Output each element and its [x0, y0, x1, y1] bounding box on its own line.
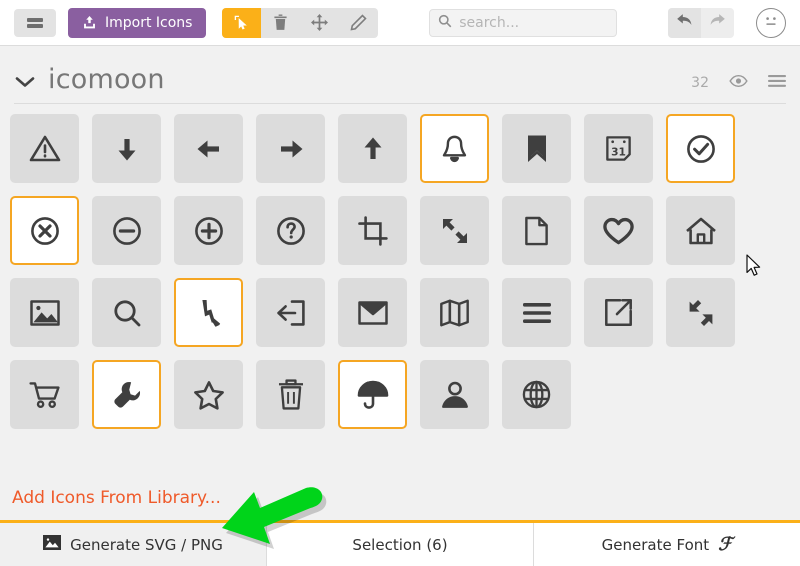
face-icon: [761, 11, 781, 35]
icon-tile-arrow-right[interactable]: [256, 114, 325, 183]
delete-tool-button[interactable]: [261, 8, 300, 38]
edit-tool-button[interactable]: [339, 8, 378, 38]
icon-set-meta: 32: [691, 73, 786, 95]
icon-tile-umbrella[interactable]: [338, 360, 407, 429]
undo-button[interactable]: [668, 7, 701, 38]
icon-tile-warning[interactable]: [10, 114, 79, 183]
icon-tile-minus-circle[interactable]: [92, 196, 161, 265]
search-input[interactable]: [459, 14, 609, 31]
upload-icon: [82, 15, 97, 30]
icon-tile-search[interactable]: [92, 278, 161, 347]
icon-tile-calendar[interactable]: 31: [584, 114, 653, 183]
undo-arrow-icon: [676, 13, 693, 32]
icon-tile-bell[interactable]: [420, 114, 489, 183]
move-icon: [311, 14, 329, 31]
icon-tile-arrow-left[interactable]: [174, 114, 243, 183]
icon-set-title: icomoon: [48, 64, 165, 95]
icon-tile-arrow-up[interactable]: [338, 114, 407, 183]
add-icons-from-library-link[interactable]: Add Icons From Library...: [0, 478, 800, 520]
icon-grid: 31: [10, 114, 790, 429]
icon-tile-plus-circle[interactable]: [174, 196, 243, 265]
icon-tile-external-link[interactable]: [584, 278, 653, 347]
tab-generate-svg-png-label: Generate SVG / PNG: [70, 535, 223, 554]
tab-generate-font-label: Generate Font: [601, 535, 710, 554]
tool-group: [222, 7, 379, 38]
tab-selection-label: Selection (6): [352, 535, 448, 554]
icon-tile-heart[interactable]: [584, 196, 653, 265]
face-avatar-button[interactable]: [756, 7, 786, 38]
tab-selection[interactable]: Selection (6): [267, 523, 534, 566]
icon-tile-star[interactable]: [174, 360, 243, 429]
trash-icon: [273, 14, 288, 31]
icon-tile-globe[interactable]: [502, 360, 571, 429]
icon-set-header: icomoon 32: [0, 46, 800, 104]
undo-redo-group: [668, 7, 734, 38]
icon-tile-bookmark[interactable]: [502, 114, 571, 183]
image-icon: [43, 534, 62, 554]
icon-tile-hamburger[interactable]: [502, 278, 571, 347]
icon-tile-crop[interactable]: [338, 196, 407, 265]
search-area: [390, 8, 656, 37]
icon-set-header-row: icomoon 32: [14, 64, 786, 104]
icon-tile-file[interactable]: [502, 196, 571, 265]
icon-tile-map[interactable]: [420, 278, 489, 347]
tab-generate-svg-png[interactable]: Generate SVG / PNG: [0, 523, 267, 566]
search-icon: [438, 13, 452, 32]
pencil-icon: [350, 14, 368, 31]
icon-tile-x-circle[interactable]: [10, 196, 79, 265]
icon-tile-trash[interactable]: [256, 360, 325, 429]
svg-text:31: 31: [611, 145, 626, 158]
menu-icon: [27, 17, 43, 28]
icon-tile-wrench[interactable]: [92, 360, 161, 429]
icon-tile-expand[interactable]: [420, 196, 489, 265]
chevron-down-icon[interactable]: [14, 74, 36, 95]
cursor-select-icon: [233, 14, 250, 31]
select-tool-button[interactable]: [222, 7, 262, 38]
font-script-icon: ℱ: [718, 534, 733, 555]
icon-tile-image[interactable]: [10, 278, 79, 347]
icon-count: 32: [691, 74, 709, 91]
icon-tile-cart[interactable]: [10, 360, 79, 429]
import-icons-label: Import Icons: [105, 14, 193, 31]
icon-tile-home[interactable]: [666, 196, 735, 265]
search-box[interactable]: [429, 8, 618, 37]
icon-tile-question-circle[interactable]: [256, 196, 325, 265]
icon-grid-area: 31: [0, 104, 800, 478]
icon-tile-check-circle[interactable]: [666, 114, 735, 183]
icon-tile-arrow-down[interactable]: [92, 114, 161, 183]
top-toolbar: Import Icons: [0, 0, 800, 46]
redo-arrow-icon: [709, 13, 726, 32]
menu-button[interactable]: [14, 8, 56, 37]
eye-icon[interactable]: [729, 73, 748, 92]
tab-generate-font[interactable]: Generate Font ℱ: [534, 523, 800, 566]
move-tool-button[interactable]: [300, 8, 339, 38]
footer-tabs: Generate SVG / PNG Selection (6) Generat…: [0, 520, 800, 566]
redo-button[interactable]: [701, 8, 734, 38]
list-menu-icon[interactable]: [768, 73, 786, 92]
icon-tile-shrink[interactable]: [666, 278, 735, 347]
icomoon-app: Import Icons search... icomoon 32 31 Add…: [0, 0, 800, 566]
import-icons-button[interactable]: Import Icons: [68, 7, 207, 38]
icon-tile-mail[interactable]: [338, 278, 407, 347]
icon-tile-user[interactable]: [420, 360, 489, 429]
icon-tile-login[interactable]: [256, 278, 325, 347]
icon-tile-zigzag-arrow[interactable]: [174, 278, 243, 347]
